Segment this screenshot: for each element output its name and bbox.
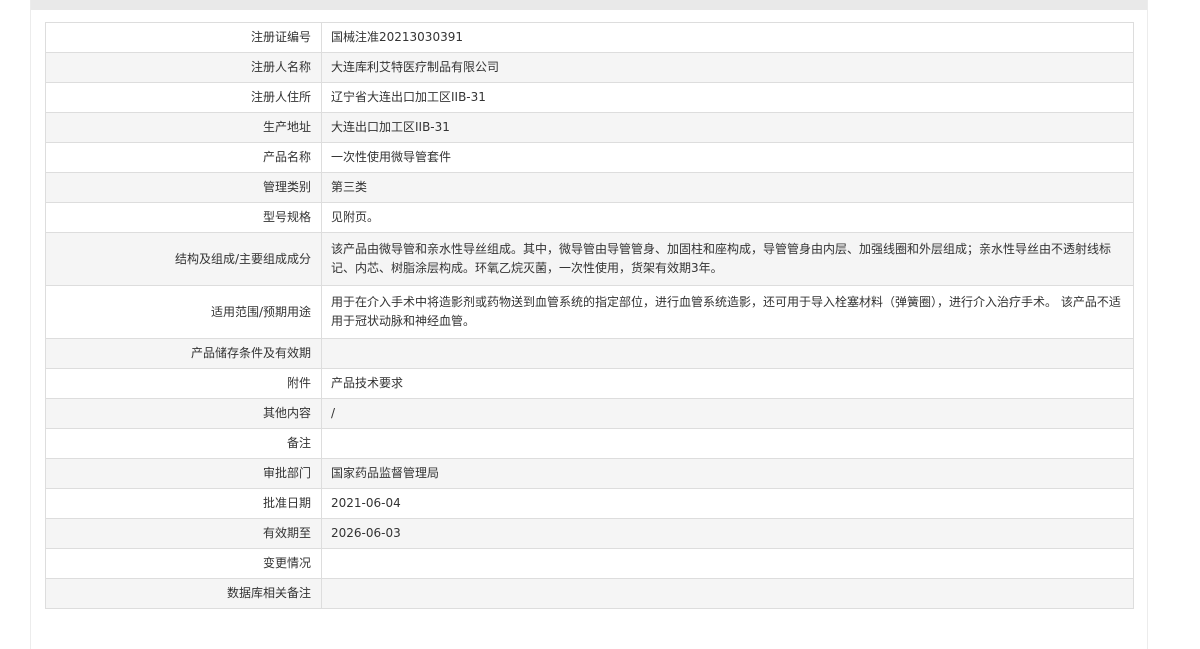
table-row: 备注: [45, 428, 1134, 459]
row-label: 批准日期: [45, 488, 322, 519]
row-label: 数据库相关备注: [45, 578, 322, 609]
row-value: [321, 428, 1134, 459]
row-label: 生产地址: [45, 112, 322, 143]
row-label: 变更情况: [45, 548, 322, 579]
row-label: 注册人住所: [45, 82, 322, 113]
row-value: 第三类: [321, 172, 1134, 203]
table-row: 其他内容 /: [45, 398, 1134, 429]
row-label: 产品名称: [45, 142, 322, 173]
table-row: 审批部门 国家药品监督管理局: [45, 458, 1134, 489]
row-label: 管理类别: [45, 172, 322, 203]
table-row: 注册人名称 大连库利艾特医疗制品有限公司: [45, 52, 1134, 83]
row-value: [321, 578, 1134, 609]
table-row: 变更情况: [45, 548, 1134, 579]
row-label: 审批部门: [45, 458, 322, 489]
table-row: 有效期至 2026-06-03: [45, 518, 1134, 549]
row-label: 产品储存条件及有效期: [45, 338, 322, 369]
row-label: 备注: [45, 428, 322, 459]
row-value: 一次性使用微导管套件: [321, 142, 1134, 173]
table-row: 注册证编号 国械注准20213030391: [45, 22, 1134, 53]
table-row: 生产地址 大连出口加工区IIB-31: [45, 112, 1134, 143]
row-value: 该产品由微导管和亲水性导丝组成。其中，微导管由导管管身、加固柱和座构成，导管管身…: [321, 232, 1134, 286]
row-value: 大连库利艾特医疗制品有限公司: [321, 52, 1134, 83]
row-label: 注册人名称: [45, 52, 322, 83]
table-row: 型号规格 见附页。: [45, 202, 1134, 233]
row-value: 用于在介入手术中将造影剂或药物送到血管系统的指定部位，进行血管系统造影，还可用于…: [321, 285, 1134, 339]
row-label: 注册证编号: [45, 22, 322, 53]
row-value: /: [321, 398, 1134, 429]
row-value: 2021-06-04: [321, 488, 1134, 519]
table-row: 批准日期 2021-06-04: [45, 488, 1134, 519]
table-row: 结构及组成/主要组成成分 该产品由微导管和亲水性导丝组成。其中，微导管由导管管身…: [45, 232, 1134, 286]
registration-detail-table: 注册证编号 国械注准20213030391 注册人名称 大连库利艾特医疗制品有限…: [45, 22, 1134, 609]
table-row: 适用范围/预期用途 用于在介入手术中将造影剂或药物送到血管系统的指定部位，进行血…: [45, 285, 1134, 339]
row-label: 型号规格: [45, 202, 322, 233]
row-value: 辽宁省大连出口加工区IIB-31: [321, 82, 1134, 113]
table-row: 附件 产品技术要求: [45, 368, 1134, 399]
row-label: 其他内容: [45, 398, 322, 429]
table-row: 产品储存条件及有效期: [45, 338, 1134, 369]
row-value: 产品技术要求: [321, 368, 1134, 399]
row-label: 附件: [45, 368, 322, 399]
row-value: 国家药品监督管理局: [321, 458, 1134, 489]
table-row: 注册人住所 辽宁省大连出口加工区IIB-31: [45, 82, 1134, 113]
row-value: 大连出口加工区IIB-31: [321, 112, 1134, 143]
row-value: 见附页。: [321, 202, 1134, 233]
row-value: 2026-06-03: [321, 518, 1134, 549]
row-label: 适用范围/预期用途: [45, 285, 322, 339]
table-row: 管理类别 第三类: [45, 172, 1134, 203]
panel-header-bar: [31, 0, 1147, 10]
row-label: 有效期至: [45, 518, 322, 549]
row-label: 结构及组成/主要组成成分: [45, 232, 322, 286]
row-value: [321, 548, 1134, 579]
row-value: [321, 338, 1134, 369]
table-row: 产品名称 一次性使用微导管套件: [45, 142, 1134, 173]
detail-panel: 注册证编号 国械注准20213030391 注册人名称 大连库利艾特医疗制品有限…: [30, 0, 1148, 649]
row-value: 国械注准20213030391: [321, 22, 1134, 53]
table-row: 数据库相关备注: [45, 578, 1134, 609]
